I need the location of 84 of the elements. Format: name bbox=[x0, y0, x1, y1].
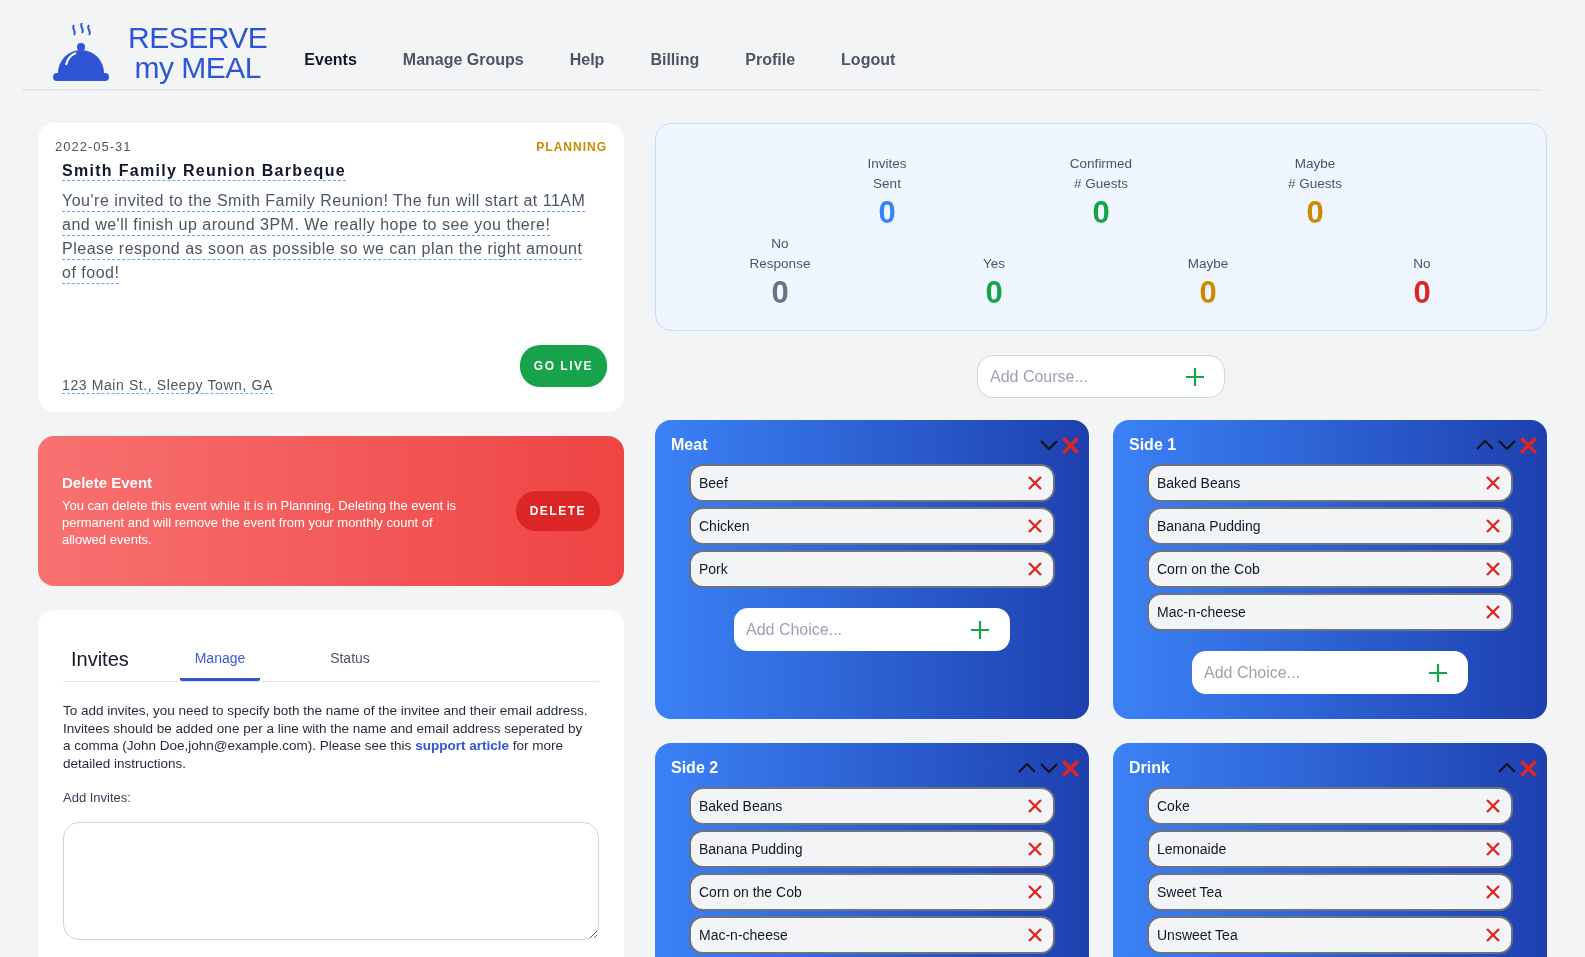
choice-text: Banana Pudding bbox=[1157, 518, 1261, 534]
event-title[interactable]: Smith Family Reunion Barbeque bbox=[62, 162, 346, 181]
choice-text: Corn on the Cob bbox=[1157, 561, 1260, 577]
nav-link[interactable]: Help bbox=[569, 51, 605, 81]
close-icon[interactable] bbox=[1486, 799, 1500, 813]
close-icon[interactable] bbox=[1028, 476, 1042, 490]
close-icon[interactable] bbox=[1486, 605, 1500, 619]
course-title: Side 1 bbox=[1129, 436, 1177, 454]
stat-label: No Response bbox=[749, 235, 811, 273]
choice-text: Corn on the Cob bbox=[699, 884, 802, 900]
chevron-down-icon[interactable] bbox=[1498, 440, 1516, 450]
stat-value: 0 bbox=[1413, 274, 1431, 312]
close-icon[interactable] bbox=[1028, 928, 1042, 942]
choice-text: Mac-n-cheese bbox=[699, 927, 788, 943]
choice-text: Beef bbox=[699, 475, 728, 491]
field-label: Add Invites: bbox=[63, 790, 132, 805]
plus-icon[interactable] bbox=[1428, 662, 1448, 683]
nav-link[interactable]: Profile bbox=[745, 51, 796, 81]
delete-text: You can delete this event while it is in Planning. Deleting the event is permanent and will remove the event from your monthly count of allowed events. bbox=[62, 497, 457, 548]
stat-value: 0 bbox=[878, 194, 896, 232]
stat-value: 0 bbox=[771, 274, 789, 312]
chevron-down-icon[interactable] bbox=[1040, 440, 1058, 450]
event-status: PLANNING bbox=[536, 139, 607, 154]
tab[interactable]: Status bbox=[310, 650, 390, 681]
stat-label: Invites Sent bbox=[867, 155, 907, 193]
close-icon[interactable] bbox=[1486, 476, 1500, 490]
close-icon[interactable] bbox=[1486, 928, 1500, 942]
choice-text: Lemonaide bbox=[1157, 841, 1227, 857]
event-address[interactable]: 123 Main St., Sleepy Town, GA bbox=[62, 377, 273, 394]
close-icon[interactable] bbox=[1486, 519, 1500, 533]
course-title: Side 2 bbox=[671, 759, 719, 777]
stat-label: Confirmed # Guests bbox=[1069, 155, 1133, 193]
plus-icon[interactable] bbox=[970, 619, 990, 640]
stat-label: Yes bbox=[983, 255, 1005, 273]
add-choice-field[interactable]: Add Choice... bbox=[1192, 651, 1468, 694]
event-date: 2022-05-31 bbox=[55, 139, 132, 154]
choice-text: Sweet Tea bbox=[1157, 884, 1223, 900]
choice-text: Banana Pudding bbox=[699, 841, 803, 857]
choice-text: Chicken bbox=[699, 518, 750, 534]
cloche-icon bbox=[52, 23, 110, 83]
close-icon[interactable] bbox=[1486, 842, 1500, 856]
nav-link[interactable]: Manage Groups bbox=[402, 51, 524, 81]
choice-text: Pork bbox=[699, 561, 728, 577]
chevron-up-icon[interactable] bbox=[1476, 440, 1494, 450]
event-description[interactable]: You're invited to the Smith Family Reunion! The fun will start at 11AM and we'll finish up around 3PM. We really hope to see you there! Please respond as soon as possible so we can plan the right amount of food! bbox=[62, 189, 587, 285]
close-icon[interactable] bbox=[1028, 562, 1042, 576]
stat-value: 0 bbox=[1199, 274, 1217, 312]
nav-link[interactable]: Events bbox=[304, 51, 357, 81]
support-link[interactable]: support article bbox=[415, 738, 509, 753]
logo-text: my MEAL bbox=[134, 53, 261, 83]
add-choice-field[interactable]: Add Choice... bbox=[734, 608, 1010, 651]
delete-title: Delete Event bbox=[62, 474, 154, 491]
nav-link[interactable]: Billing bbox=[650, 51, 700, 81]
course-title: Meat bbox=[671, 436, 708, 454]
tab[interactable]: Manage bbox=[180, 650, 260, 681]
invites-field[interactable] bbox=[63, 822, 599, 940]
delete-button[interactable]: DELETE bbox=[515, 491, 600, 531]
stat-value: 0 bbox=[985, 274, 1003, 312]
invites-instructions: To add invites, you need to specify both the name of the invitee and their email address. Invitees should be added one per a line with the name and email address seperated by a comma (John Doe,john@example.com). Please see this support article for more detailed instructions. bbox=[63, 702, 588, 772]
close-icon[interactable] bbox=[1028, 885, 1042, 899]
close-icon[interactable] bbox=[1486, 562, 1500, 576]
logo-text: RESERVE bbox=[128, 23, 268, 53]
choice-text: Coke bbox=[1157, 798, 1190, 814]
choice-text: Baked Beans bbox=[1157, 475, 1241, 491]
choice-text: Mac-n-cheese bbox=[1157, 604, 1246, 620]
chevron-up-icon[interactable] bbox=[1498, 763, 1516, 773]
invites-title: Invites bbox=[70, 648, 130, 672]
stat-value: 0 bbox=[1092, 194, 1110, 232]
choice-text: Unsweet Tea bbox=[1157, 927, 1238, 943]
course-title: Drink bbox=[1129, 759, 1170, 777]
chevron-down-icon[interactable] bbox=[1040, 763, 1058, 773]
chevron-up-icon[interactable] bbox=[1018, 763, 1036, 773]
close-icon[interactable] bbox=[1028, 519, 1042, 533]
close-icon[interactable] bbox=[1028, 842, 1042, 856]
stat-label: No bbox=[1413, 255, 1431, 273]
add-course-field[interactable]: Add Course... bbox=[977, 355, 1225, 398]
stat-value: 0 bbox=[1306, 194, 1324, 232]
choice-text: Baked Beans bbox=[699, 798, 783, 814]
nav-link[interactable]: Logout bbox=[841, 51, 896, 81]
close-icon[interactable] bbox=[1028, 799, 1042, 813]
close-icon[interactable] bbox=[1486, 885, 1500, 899]
stat-label: Maybe # Guests bbox=[1288, 155, 1342, 193]
plus-icon[interactable] bbox=[1185, 366, 1205, 387]
stat-label: Maybe bbox=[1187, 255, 1229, 273]
